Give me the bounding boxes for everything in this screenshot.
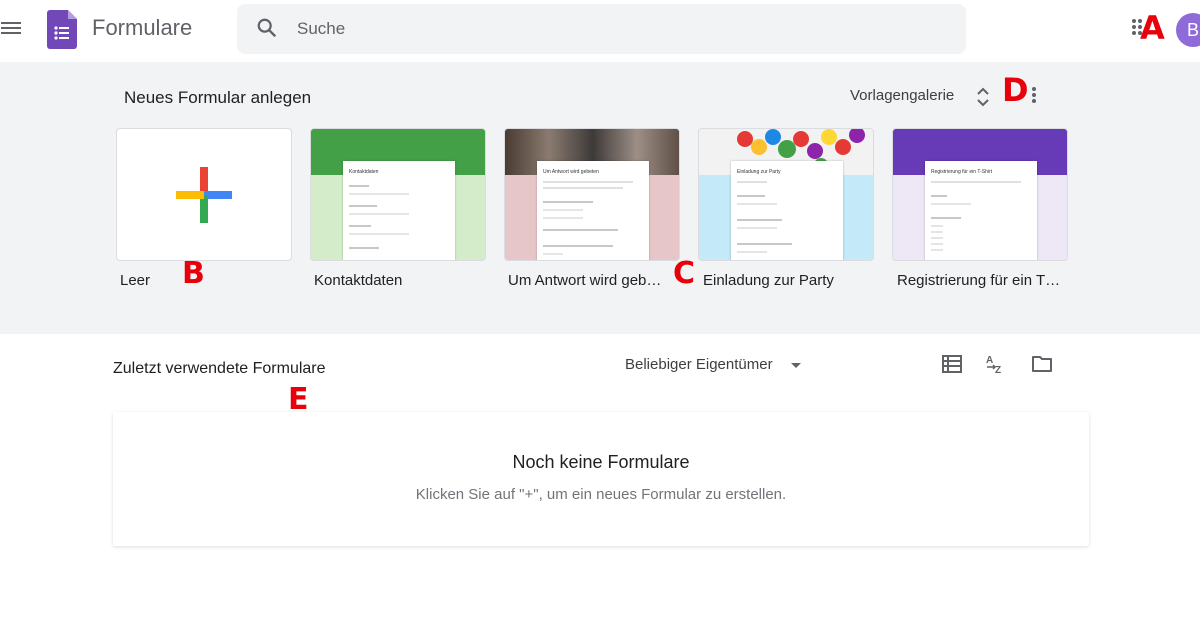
chevron-down-icon[interactable] [791,363,801,368]
plus-icon [176,167,232,223]
recent-forms-heading: Zuletzt verwendete Formulare [113,360,326,377]
template-label-rsvp[interactable]: Um Antwort wird geb… [508,272,661,289]
template-card-tshirt[interactable]: Registrierung für ein T-Shirt [892,128,1068,261]
folder-icon[interactable] [1031,355,1053,373]
empty-state-subtitle: Klicken Sie auf "+", um ein neues Formul… [415,486,787,503]
svg-text:Z: Z [995,365,1001,375]
menu-icon[interactable] [0,19,22,39]
more-options-icon[interactable] [1032,86,1038,106]
template-card-contact[interactable]: Kontaktdaten [310,128,486,261]
template-label-tshirt[interactable]: Registrierung für ein T… [897,272,1060,289]
sort-az-icon[interactable]: A Z [985,353,1007,375]
card-preview-title: Einladung zur Party [737,169,781,175]
search-input[interactable] [297,15,897,43]
app-header: Formulare A B [0,0,1200,62]
card-preview-title: Um Antwort wird gebeten [543,169,599,175]
template-card-party[interactable]: Einladung zur Party [698,128,874,261]
owner-filter-dropdown[interactable]: Beliebiger Eigentümer [625,356,773,373]
template-card-blank[interactable] [116,128,292,261]
template-label-contact[interactable]: Kontaktdaten [314,272,402,289]
template-label-party[interactable]: Einladung zur Party [703,272,834,289]
search-icon[interactable] [256,17,278,39]
card-preview: Kontaktdaten [343,161,455,260]
marker-c: C [673,256,696,291]
marker-a: A [1140,9,1165,47]
app-title[interactable]: Formulare [92,15,192,41]
empty-state-card: Noch keine Formulare Klicken Sie auf "+"… [113,412,1089,546]
card-preview: Um Antwort wird gebeten [537,161,649,260]
list-view-icon[interactable] [942,355,962,373]
card-preview-title: Kontaktdaten [349,169,379,175]
card-preview: Einladung zur Party [731,161,843,260]
empty-state-title: Noch keine Formulare [512,452,690,472]
template-label-blank[interactable]: Leer [120,272,150,289]
avatar[interactable]: B [1176,13,1200,47]
card-preview: Registrierung für ein T-Shirt [925,161,1037,260]
template-card-rsvp[interactable]: Um Antwort wird gebeten [504,128,680,261]
marker-b: B [182,256,205,291]
card-preview-title: Registrierung für ein T-Shirt [931,169,993,175]
template-gallery-button[interactable]: Vorlagengalerie [850,87,954,104]
forms-logo-icon[interactable] [47,10,77,49]
svg-text:A: A [986,355,993,366]
unfold-icon[interactable] [975,86,991,108]
gallery-heading: Neues Formular anlegen [124,88,312,107]
marker-d: D [1002,71,1029,109]
